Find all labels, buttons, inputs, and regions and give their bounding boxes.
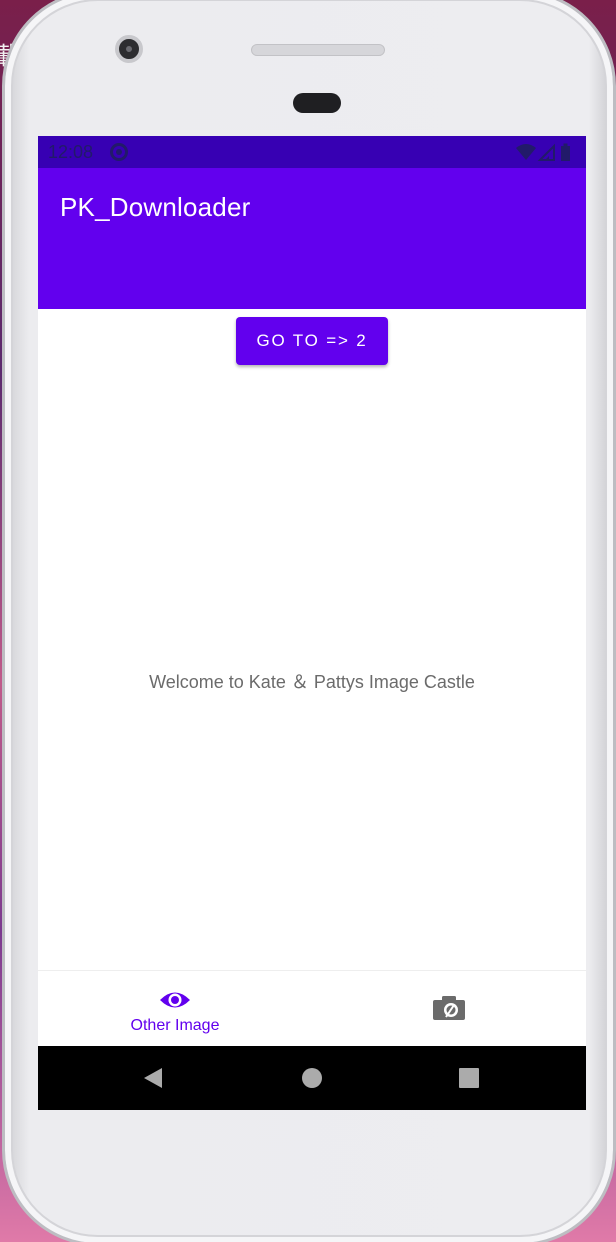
status-time: 12:08	[48, 142, 94, 162]
nav-item-other-image[interactable]: Other Image	[38, 971, 312, 1047]
earpiece-speaker	[251, 44, 385, 56]
proximity-sensor	[293, 93, 341, 113]
home-icon[interactable]	[301, 1066, 323, 1090]
system-navigation-bar	[38, 1046, 586, 1110]
back-icon[interactable]	[142, 1066, 164, 1090]
camera-icon	[433, 996, 465, 1020]
recents-icon[interactable]	[458, 1066, 480, 1090]
sync-icon	[110, 143, 128, 161]
status-bar: 12:08	[38, 136, 586, 168]
welcome-message: Welcome to Kate ＆ Pattys Image Castle	[149, 672, 475, 692]
battery-icon	[561, 143, 570, 161]
signal-icon	[537, 143, 555, 161]
bottom-navigation: Other Image	[38, 970, 586, 1046]
wifi-icon	[516, 144, 536, 160]
app-bar: PK_Downloader	[38, 168, 586, 309]
front-camera	[115, 35, 143, 63]
status-icons	[516, 143, 570, 161]
nav-item-label: Other Image	[130, 1017, 220, 1034]
nav-item-camera[interactable]	[312, 971, 586, 1047]
device-screen: 12:08 PK_Downloader GO TO => 2 Welcome t…	[38, 136, 586, 1110]
app-title: PK_Downloader	[60, 192, 251, 222]
goto-page-2-button[interactable]: GO TO => 2	[236, 317, 388, 365]
eye-icon	[160, 992, 190, 1008]
